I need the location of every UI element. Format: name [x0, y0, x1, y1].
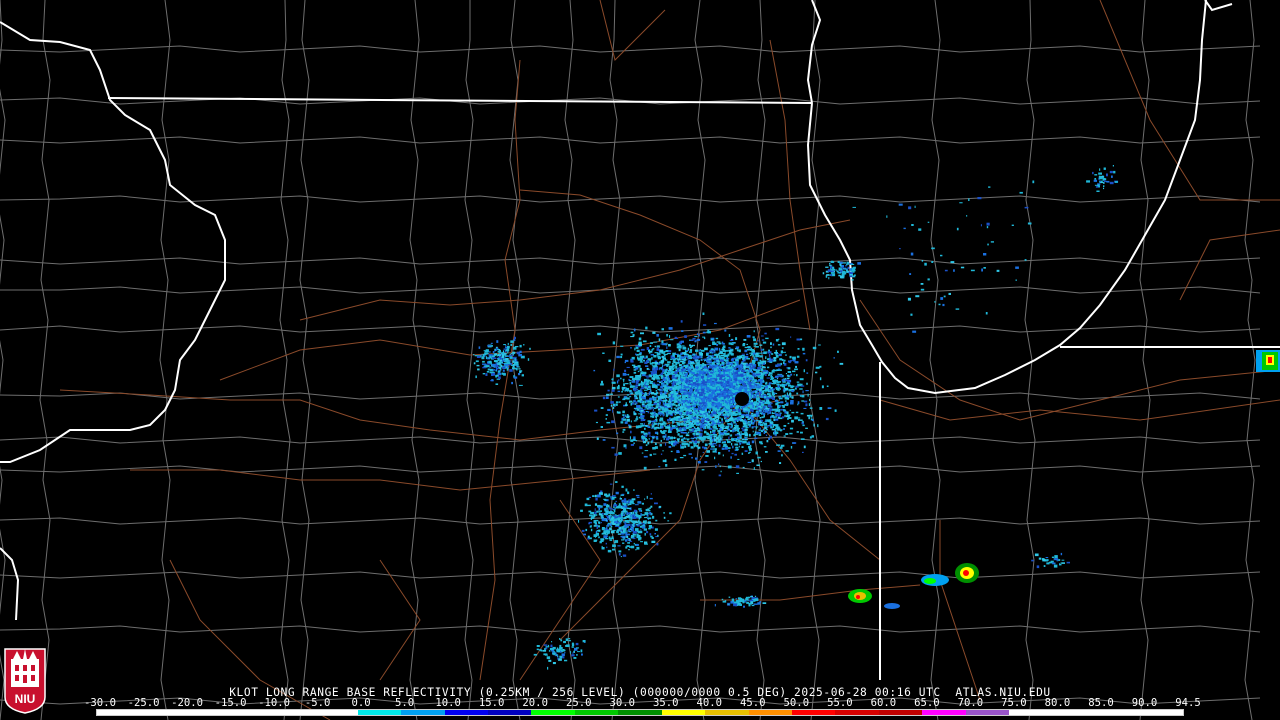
colorbar-label: 30.0 — [609, 697, 635, 709]
colorbar-segment — [401, 710, 445, 715]
colorbar-label: -5.0 — [304, 697, 331, 709]
colorbar-segment — [748, 710, 792, 715]
county-boundaries — [0, 0, 1261, 720]
colorbar-label: -10.0 — [258, 697, 291, 709]
colorbar-segment — [705, 710, 749, 715]
colorbar-label: 65.0 — [914, 697, 940, 709]
colorbar-label: 45.0 — [740, 697, 766, 709]
colorbar-segment — [1139, 710, 1183, 715]
colorbar-segment — [1096, 710, 1140, 715]
colorbar-segment — [97, 710, 141, 715]
colorbar-segment — [878, 710, 923, 715]
colorbar-label: 85.0 — [1088, 697, 1114, 709]
colorbar-segment — [444, 710, 488, 715]
colorbar-segment — [270, 710, 315, 715]
colorbar-segment — [965, 710, 1010, 715]
niu-logo: NIU — [4, 648, 46, 714]
colorbar-segment — [618, 710, 662, 715]
highway-lines — [59, 0, 1280, 720]
colorbar-label: 25.0 — [565, 697, 592, 709]
colorbar-segment — [835, 710, 879, 715]
colorbar-label: 60.0 — [870, 697, 897, 709]
colorbar-label: -20.0 — [171, 697, 203, 709]
colorbar-segment — [531, 710, 575, 715]
colorbar-label: 0.0 — [351, 697, 371, 709]
colorbar-label: -15.0 — [214, 697, 247, 709]
radar-map — [0, 0, 1280, 720]
colorbar-label: 50.0 — [783, 697, 810, 709]
colorbar-segment — [314, 710, 358, 715]
colorbar-label: 80.0 — [1044, 697, 1071, 709]
colorbar-label: 15.0 — [478, 697, 505, 709]
colorbar-label: 70.0 — [957, 697, 984, 709]
colorbar-label: 94.5 — [1175, 697, 1201, 709]
colorbar-label: 5.0 — [395, 697, 415, 709]
colorbar-segment — [357, 710, 402, 715]
colorbar-segment — [487, 710, 532, 715]
colorbar-segment — [574, 710, 619, 715]
colorbar-label: 90.0 — [1131, 697, 1158, 709]
colorbar-segment — [1052, 710, 1097, 715]
colorbar-label: -30.0 — [84, 697, 116, 709]
colorbar-segment — [1009, 710, 1053, 715]
colorbar-label: -25.0 — [127, 697, 160, 709]
colorbar-segment — [792, 710, 836, 715]
colorbar-label: 35.0 — [652, 697, 679, 709]
colorbar-label: 20.0 — [522, 697, 548, 709]
colorbar-label: 40.0 — [696, 697, 723, 709]
colorbar-segment — [922, 710, 966, 715]
colorbar-label: 10.0 — [435, 697, 461, 709]
colorbar-segment — [227, 710, 271, 715]
storm-cells — [735, 350, 1280, 609]
colorbar-label: 75.0 — [1001, 697, 1027, 709]
radar-site-marker — [735, 392, 749, 406]
colorbar-segment — [140, 710, 184, 715]
colorbar-segment — [661, 710, 706, 715]
colorbar-label: 55.0 — [827, 697, 853, 709]
colorbar-segment — [183, 710, 228, 715]
colorbar — [96, 709, 1184, 716]
colorbar-labels: -30.0 -25.0 -20.0 -15.0 -10.0 -5.0 0.0 5.0 10.0 1… — [84, 697, 1201, 709]
